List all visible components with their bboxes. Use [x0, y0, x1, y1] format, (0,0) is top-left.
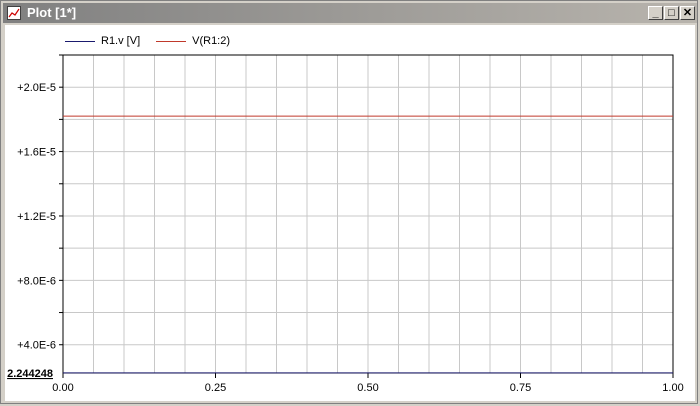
y-tick-label: +4.0E-6: [17, 340, 56, 352]
title-bar[interactable]: Plot [1*] _ □ ✕: [3, 3, 697, 23]
legend-label-r1v: R1.v [V]: [101, 35, 141, 47]
legend-swatch-r1v: [65, 40, 95, 42]
minimize-button[interactable]: _: [648, 6, 663, 20]
plot-canvas[interactable]: R1.v [V] V(R1:2) 0.00 0.25 0.50 0.75 1.00 +4.…: [5, 25, 695, 401]
x-tick-label: 0.50: [357, 382, 378, 394]
y-tick-label: +1.6E-5: [17, 147, 56, 159]
close-button[interactable]: ✕: [680, 6, 695, 20]
legend-item-vr1: V(R1:2): [156, 35, 230, 47]
line-chart: 0.00 0.25 0.50 0.75 1.00 +4.0E-6 +8.0E-6 +1.2E-…: [7, 54, 684, 394]
y-tick-label: +2.0E-5: [17, 82, 56, 94]
y-tick-label: +1.2E-5: [17, 211, 56, 223]
legend-swatch-vr1: [156, 40, 187, 42]
window-title: Plot [1*]: [27, 5, 77, 20]
plot-window: Plot [1*] _ □ ✕ R1.v [V] V(R1:2) 0.00 0.2…: [0, 0, 698, 404]
x-tick-label: 0.00: [52, 382, 73, 394]
y-tick-label: +8.0E-6: [17, 275, 56, 287]
x-tick-label: 0.25: [205, 382, 226, 394]
legend-item-r1v: R1.v [V]: [65, 35, 140, 47]
plot-app-icon: [7, 6, 21, 20]
x-tick-label: 0.75: [510, 382, 531, 394]
chart-legend: R1.v [V] V(R1:2): [65, 35, 230, 47]
maximize-button[interactable]: □: [664, 6, 679, 20]
legend-label-vr1: V(R1:2): [192, 35, 231, 47]
y-min-label: 2.244248: [7, 368, 53, 380]
x-tick-label: 1.00: [662, 382, 683, 394]
